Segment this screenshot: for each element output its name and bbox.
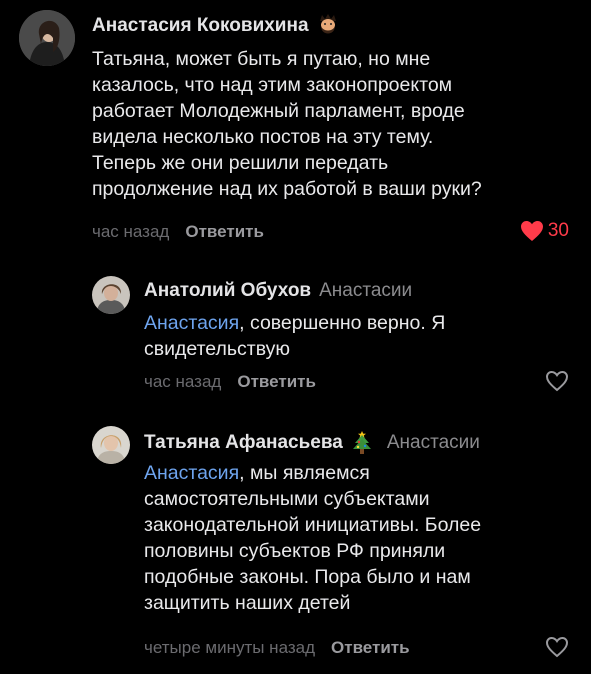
like-count: 30 — [547, 220, 569, 241]
comment-2: Анатолий Обухов Анастасии Анастасия, сов… — [0, 260, 591, 410]
heart-outline-icon — [545, 370, 569, 392]
text-line: казалось, что над этим законопроектом — [92, 74, 453, 96]
comment-3: Татьяна Афанасьева Анастасии Анастасия, … — [0, 410, 591, 674]
avatar[interactable] — [92, 426, 130, 464]
text-line: свидетельствую — [144, 338, 291, 360]
bearded-face-emoji-icon — [317, 14, 339, 38]
text-line: продолжение над их работой в ваши руки? — [92, 178, 482, 200]
comment-1: Анастасия Коковихина Татьяна, может быть… — [0, 0, 591, 260]
reply-button[interactable]: Ответить — [185, 222, 264, 242]
comment-header: Анастасия Коковихина — [92, 14, 339, 38]
text-line: подобные законы. Пора было и нам — [144, 566, 471, 588]
user-photo-icon — [92, 276, 130, 314]
user-photo-icon — [19, 10, 75, 66]
text-line: работает Молодежный парламент, вроде — [92, 100, 465, 122]
author-name[interactable]: Татьяна Афанасьева — [144, 432, 343, 454]
reply-to-label[interactable]: Анастасии — [387, 432, 480, 454]
heart-outline-icon — [545, 636, 569, 658]
comment-meta: час назад Ответить — [92, 222, 264, 242]
reply-button[interactable]: Ответить — [237, 372, 316, 392]
text-line: Теперь же они решили передать — [92, 152, 389, 174]
text-line: половины субъектов РФ приняли — [144, 540, 446, 562]
comment-text: Анастасия, мы являемся самостоятельными … — [144, 460, 481, 616]
timestamp: час назад — [92, 222, 170, 241]
text-line: Анастасия, мы являемся — [144, 460, 481, 486]
author-name[interactable]: Анастасия Коковихина — [92, 15, 309, 37]
heart-filled-icon — [520, 221, 543, 241]
comment-text: Анастасия, совершенно верно. Я свидетель… — [144, 310, 445, 362]
christmas-tree-emoji-icon — [351, 430, 373, 456]
timestamp: час назад — [144, 372, 222, 391]
text-segment: , совершенно верно. Я — [239, 312, 446, 334]
text-line: Анастасия, совершенно верно. Я — [144, 310, 445, 336]
reply-to-label[interactable]: Анастасии — [319, 280, 412, 302]
text-line: защитить наших детей — [144, 592, 351, 614]
text-line: самостоятельными субъектами — [144, 488, 430, 510]
mention-link[interactable]: Анастасия — [144, 462, 239, 484]
comment-meta: час назад Ответить — [144, 372, 316, 392]
comment-meta: четыре минуты назад Ответить — [144, 638, 410, 658]
author-name[interactable]: Анатолий Обухов — [144, 280, 311, 302]
comment-text: Татьяна, может быть я путаю, но мне каза… — [92, 46, 482, 202]
avatar[interactable] — [92, 276, 130, 314]
comment-header: Татьяна Афанасьева Анастасии — [144, 430, 480, 456]
timestamp: четыре минуты назад — [144, 638, 316, 657]
comment-header: Анатолий Обухов Анастасии — [144, 280, 412, 302]
like-button[interactable] — [545, 370, 569, 392]
text-line: Татьяна, может быть я путаю, но мне — [92, 48, 431, 70]
like-button[interactable] — [545, 636, 569, 658]
like-button[interactable]: 30 — [520, 220, 569, 242]
text-line: законодательной инициативы. Более — [144, 514, 482, 536]
text-line: видела несколько постов на эту тему. — [92, 126, 434, 148]
reply-button[interactable]: Ответить — [331, 638, 410, 658]
user-photo-icon — [92, 426, 130, 464]
mention-link[interactable]: Анастасия — [144, 312, 239, 334]
avatar[interactable] — [19, 10, 75, 66]
text-segment: , мы являемся — [239, 462, 370, 484]
